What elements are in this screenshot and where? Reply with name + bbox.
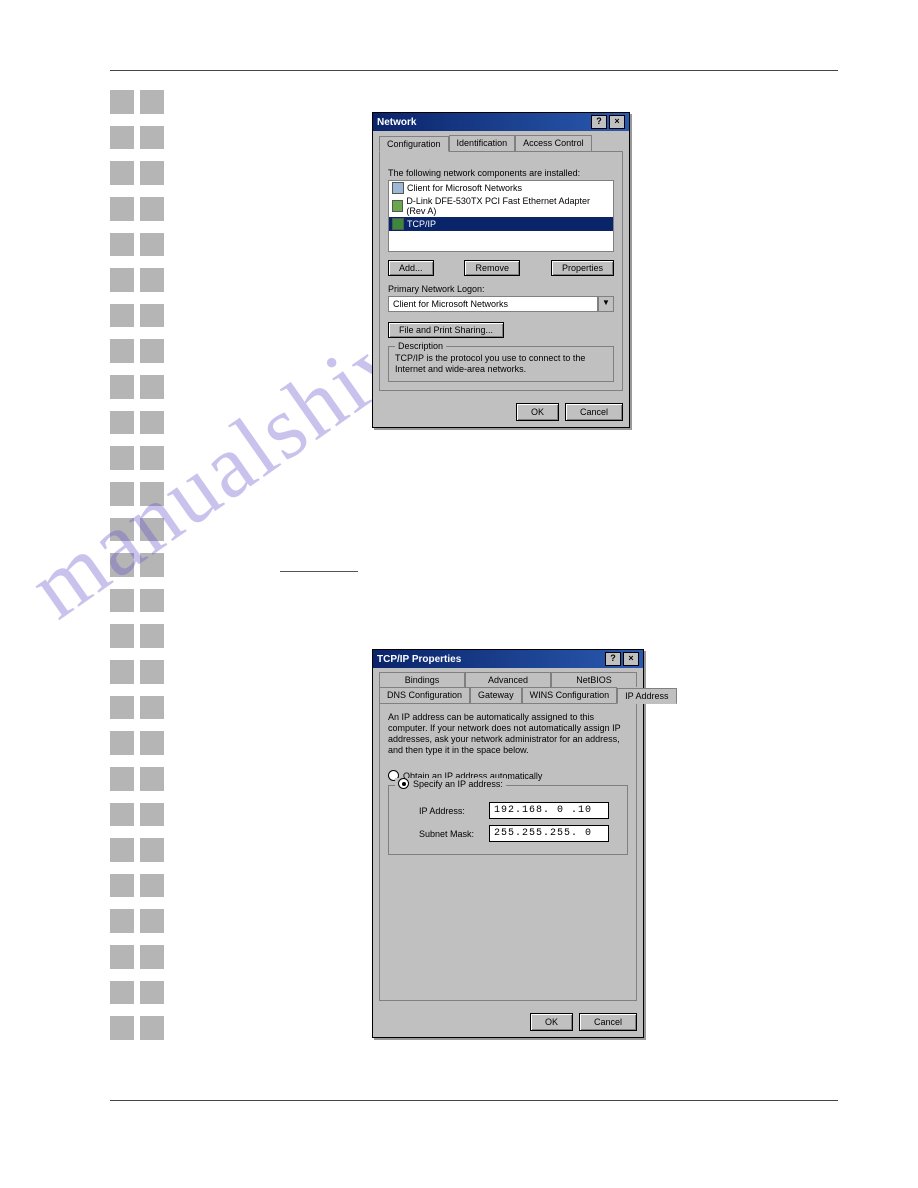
tab-bindings[interactable]: Bindings — [379, 672, 465, 687]
description-group: Description TCP/IP is the protocol you u… — [388, 346, 614, 382]
tab-configuration[interactable]: Configuration — [379, 136, 449, 152]
primary-logon-dropdown[interactable]: Client for Microsoft Networks ▼ — [388, 296, 614, 312]
tab-identification[interactable]: Identification — [449, 135, 516, 151]
specify-ip-group: Specify an IP address: IP Address: 192.1… — [388, 785, 628, 855]
tabs: Bindings Advanced NetBIOS DNS Configurat… — [379, 672, 637, 703]
titlebar[interactable]: Network ? × — [373, 113, 629, 131]
list-item-label: Client for Microsoft Networks — [407, 183, 522, 193]
dialog-title: Network — [377, 117, 416, 128]
protocol-icon — [392, 218, 404, 230]
tab-access-control[interactable]: Access Control — [515, 135, 592, 151]
remove-button[interactable]: Remove — [464, 260, 520, 276]
add-button[interactable]: Add... — [388, 260, 434, 276]
file-print-sharing-button[interactable]: File and Print Sharing... — [388, 322, 504, 338]
tab-ip-address[interactable]: IP Address — [617, 688, 676, 704]
adapter-icon — [392, 200, 403, 212]
network-dialog: Network ? × Configuration Identification… — [372, 112, 630, 428]
list-item-label: TCP/IP — [407, 219, 436, 229]
help-icon[interactable]: ? — [605, 652, 621, 666]
footer-rule — [110, 1100, 838, 1101]
titlebar[interactable]: TCP/IP Properties ? × — [373, 650, 643, 668]
tcpip-properties-dialog: TCP/IP Properties ? × Bindings Advanced … — [372, 649, 644, 1038]
ok-button[interactable]: OK — [530, 1013, 573, 1031]
radio-icon — [398, 778, 409, 789]
specify-legend: Specify an IP address: — [395, 778, 506, 789]
properties-button[interactable]: Properties — [551, 260, 614, 276]
list-item[interactable]: Client for Microsoft Networks — [389, 181, 613, 195]
tab-gateway[interactable]: Gateway — [470, 687, 522, 703]
help-icon[interactable]: ? — [591, 115, 607, 129]
header-rule — [110, 70, 838, 71]
description-text: TCP/IP is the protocol you use to connec… — [395, 353, 607, 375]
cancel-button[interactable]: Cancel — [565, 403, 623, 421]
components-listbox[interactable]: Client for Microsoft Networks D-Link DFE… — [388, 180, 614, 252]
ip-panel: An IP address can be automatically assig… — [379, 703, 637, 1001]
list-item-selected[interactable]: TCP/IP — [389, 217, 613, 231]
description-legend: Description — [395, 341, 446, 351]
info-text: An IP address can be automatically assig… — [388, 712, 628, 756]
list-item-label: D-Link DFE-530TX PCI Fast Ethernet Adapt… — [406, 196, 610, 216]
ip-address-field[interactable]: 192.168. 0 .10 — [489, 802, 609, 819]
cancel-button[interactable]: Cancel — [579, 1013, 637, 1031]
section-rule — [280, 571, 358, 572]
subnet-mask-label: Subnet Mask: — [419, 829, 481, 839]
radio-label: Specify an IP address: — [413, 779, 503, 789]
tab-dns[interactable]: DNS Configuration — [379, 687, 470, 703]
ip-address-label: IP Address: — [419, 806, 481, 816]
chevron-down-icon[interactable]: ▼ — [598, 296, 614, 312]
config-panel: The following network components are ins… — [379, 151, 623, 391]
dropdown-value: Client for Microsoft Networks — [388, 296, 598, 312]
list-item[interactable]: D-Link DFE-530TX PCI Fast Ethernet Adapt… — [389, 195, 613, 217]
tab-netbios[interactable]: NetBIOS — [551, 672, 637, 687]
dialog-title: TCP/IP Properties — [377, 654, 461, 665]
close-icon[interactable]: × — [623, 652, 639, 666]
radio-specify[interactable]: Specify an IP address: — [398, 778, 503, 789]
document-page: manualshive.com Network ? × Configuratio… — [0, 0, 918, 1188]
ok-button[interactable]: OK — [516, 403, 559, 421]
tab-wins[interactable]: WINS Configuration — [522, 687, 618, 703]
client-icon — [392, 182, 404, 194]
close-icon[interactable]: × — [609, 115, 625, 129]
components-label: The following network components are ins… — [388, 168, 614, 178]
decorative-sidebar — [110, 90, 168, 1040]
tab-advanced[interactable]: Advanced — [465, 672, 551, 687]
subnet-mask-field[interactable]: 255.255.255. 0 — [489, 825, 609, 842]
tabs: Configuration Identification Access Cont… — [379, 135, 623, 151]
primary-logon-label: Primary Network Logon: — [388, 284, 614, 294]
